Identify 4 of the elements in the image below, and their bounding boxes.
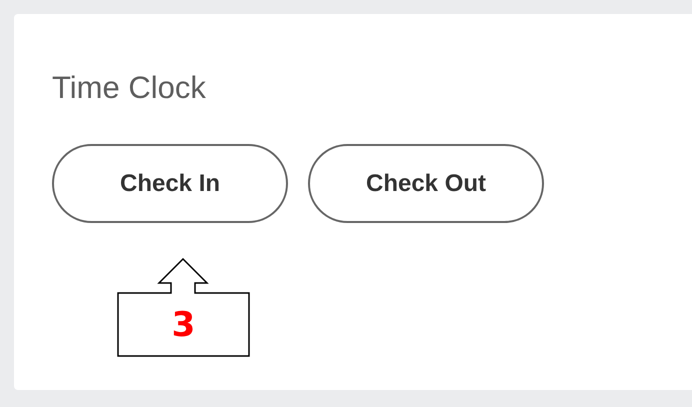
step-number: 3 (172, 305, 196, 345)
time-clock-button[interactable]: Check Out (308, 144, 544, 223)
time-clock-button[interactable]: Check In (52, 144, 288, 223)
card-title: Time Clock (52, 72, 207, 103)
